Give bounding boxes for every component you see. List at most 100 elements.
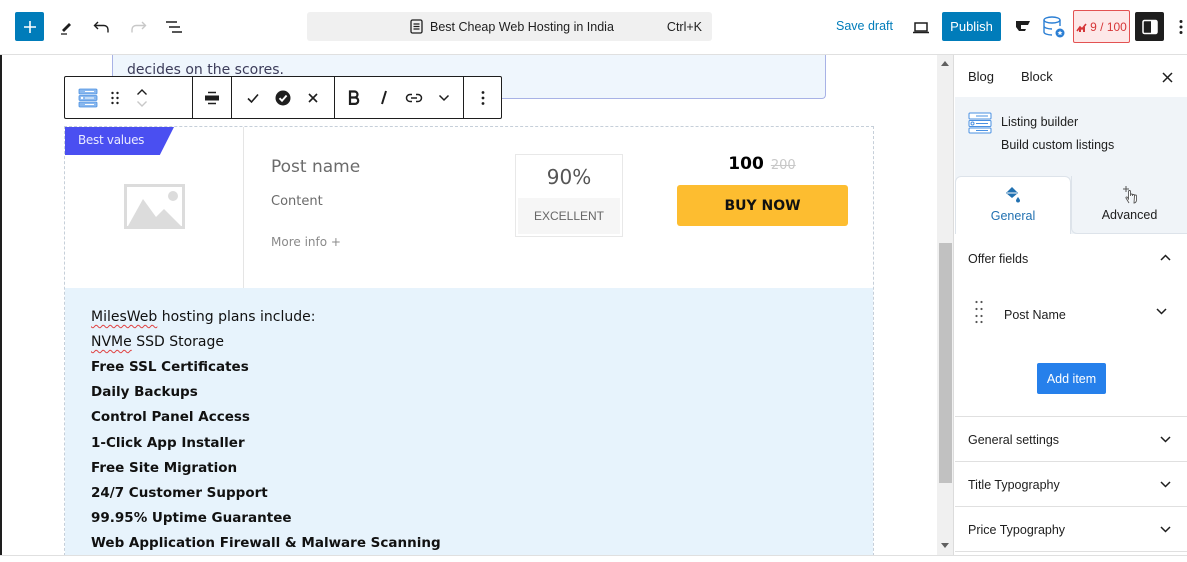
redo-button[interactable] bbox=[124, 13, 152, 41]
add-item-button[interactable]: Add item bbox=[1037, 363, 1106, 394]
panel-title: General settings bbox=[968, 433, 1060, 447]
link-button[interactable] bbox=[399, 77, 429, 118]
scroll-thumb[interactable] bbox=[939, 243, 952, 483]
feature-item[interactable]: Free SSL Certificates bbox=[91, 359, 249, 375]
italic-button[interactable] bbox=[369, 77, 399, 118]
add-block-button[interactable] bbox=[15, 12, 44, 41]
listing-card: Best values Post name Content More info … bbox=[65, 127, 873, 288]
drag-handle[interactable] bbox=[103, 77, 127, 118]
align-button[interactable] bbox=[197, 77, 227, 118]
tab-advanced[interactable]: Advanced bbox=[1071, 176, 1187, 234]
panel-title: Price Typography bbox=[968, 523, 1066, 537]
offer-field-name: Post Name bbox=[1004, 308, 1066, 322]
bold-icon bbox=[349, 90, 360, 105]
feature-item[interactable]: Free Site Migration bbox=[91, 460, 237, 476]
tab-general[interactable]: General bbox=[955, 176, 1071, 234]
offer-fields-title: Offer fields bbox=[968, 252, 1029, 266]
listing-builder-block[interactable]: Best values Post name Content More info … bbox=[64, 126, 874, 555]
tab-block[interactable]: Block bbox=[1021, 69, 1053, 84]
block-name: Listing builder bbox=[1001, 115, 1079, 129]
chevron-down-icon bbox=[1160, 526, 1171, 533]
command-palette-bar[interactable]: Best Cheap Web Hosting in India Ctrl+K bbox=[307, 12, 712, 41]
tab-advanced-label: Advanced bbox=[1101, 208, 1158, 222]
features-list: MilesWeb hosting plans include: NVMe SSD … bbox=[65, 288, 873, 555]
toolbar-group-format bbox=[335, 77, 465, 118]
g-logo-icon bbox=[1016, 21, 1030, 31]
block-options-button[interactable] bbox=[468, 77, 498, 118]
close-icon bbox=[1161, 71, 1173, 83]
sidebar-tabs: Blog Block bbox=[955, 55, 1187, 97]
undo-icon bbox=[93, 21, 109, 33]
list-view-icon bbox=[166, 21, 182, 33]
feature-item[interactable]: NVMe SSD Storage bbox=[91, 334, 224, 350]
document-icon bbox=[410, 19, 423, 34]
chevron-down-icon[interactable] bbox=[1156, 308, 1167, 315]
preview-button[interactable] bbox=[907, 13, 935, 41]
more-info-link[interactable]: More info + bbox=[271, 235, 341, 249]
drag-handle-icon[interactable] bbox=[974, 300, 984, 326]
general-settings-panel[interactable]: General settings bbox=[955, 417, 1187, 462]
database-icon bbox=[1043, 16, 1065, 38]
chevron-down-icon bbox=[1160, 481, 1171, 488]
feature-item[interactable]: Daily Backups bbox=[91, 384, 198, 400]
feature-item[interactable]: MilesWeb hosting plans include: bbox=[91, 309, 315, 325]
options-menu-button[interactable] bbox=[1176, 13, 1186, 41]
misspelled-word[interactable]: NVMe bbox=[91, 334, 132, 350]
more-options-icon bbox=[481, 90, 485, 105]
undo-button[interactable] bbox=[88, 13, 116, 41]
check-circle-button[interactable] bbox=[268, 77, 298, 118]
block-type-button[interactable] bbox=[73, 77, 103, 118]
move-up-icon[interactable] bbox=[136, 88, 148, 96]
link-icon bbox=[406, 93, 423, 102]
tools-button[interactable] bbox=[52, 13, 80, 41]
feature-item[interactable]: Web Application Firewall & Malware Scann… bbox=[91, 535, 441, 551]
feature-item[interactable]: 99.95% Uptime Guarantee bbox=[91, 510, 292, 526]
listing-block-icon bbox=[78, 88, 98, 107]
toolbar-group-align bbox=[193, 77, 233, 118]
title-typography-panel[interactable]: Title Typography bbox=[955, 462, 1187, 507]
remove-button[interactable] bbox=[298, 77, 328, 118]
kebab-icon bbox=[1179, 20, 1183, 34]
offer-field-item[interactable]: Post Name bbox=[968, 300, 1173, 330]
post-name[interactable]: Post name bbox=[271, 157, 360, 177]
seo-score-value: 9 / 100 bbox=[1090, 19, 1127, 34]
buy-now-button[interactable]: BUY NOW bbox=[677, 185, 848, 226]
check-circle-icon bbox=[275, 90, 291, 105]
laptop-icon bbox=[913, 21, 929, 33]
panel-title: Title Typography bbox=[968, 478, 1060, 492]
settings-sidebar-toggle[interactable] bbox=[1135, 12, 1164, 41]
bold-button[interactable] bbox=[339, 77, 369, 118]
misspelled-word[interactable]: MilesWeb bbox=[91, 309, 157, 325]
move-block-buttons[interactable] bbox=[127, 77, 157, 118]
align-icon bbox=[205, 91, 220, 104]
move-down-icon[interactable] bbox=[136, 100, 148, 108]
save-draft-button[interactable]: Save draft bbox=[836, 19, 893, 33]
more-formats-button[interactable] bbox=[429, 77, 459, 118]
feature-item[interactable]: Control Panel Access bbox=[91, 409, 250, 425]
close-sidebar-button[interactable] bbox=[1158, 68, 1176, 86]
post-title: Best Cheap Web Hosting in India bbox=[430, 19, 614, 34]
database-plugin-button[interactable] bbox=[1040, 13, 1068, 41]
editor-canvas: decides on the scores. Best values Post … bbox=[0, 55, 937, 555]
publish-button[interactable]: Publish bbox=[942, 12, 1001, 41]
editor-top-bar: Best Cheap Web Hosting in India Ctrl+K S… bbox=[0, 0, 1187, 55]
scroll-down-arrow[interactable] bbox=[941, 543, 949, 548]
image-placeholder-icon[interactable] bbox=[124, 184, 185, 229]
feature-text: SSD Storage bbox=[131, 334, 224, 351]
price-typography-panel[interactable]: Price Typography bbox=[955, 507, 1187, 552]
feature-item[interactable]: 1-Click App Installer bbox=[91, 435, 245, 451]
check-button[interactable] bbox=[238, 77, 268, 118]
toolbar-group-status bbox=[232, 77, 336, 118]
best-values-ribbon: Best values bbox=[65, 127, 174, 155]
tab-blog[interactable]: Blog bbox=[968, 69, 994, 84]
canvas-scrollbar[interactable] bbox=[937, 55, 954, 555]
post-content[interactable]: Content bbox=[271, 194, 323, 209]
price-current: 100 bbox=[728, 154, 764, 174]
seo-score-badge[interactable]: 9 / 100 bbox=[1073, 10, 1130, 43]
g-plugin-button[interactable] bbox=[1009, 13, 1037, 41]
document-overview-button[interactable] bbox=[160, 13, 188, 41]
scroll-up-arrow[interactable] bbox=[941, 61, 949, 66]
feature-item[interactable]: 24/7 Customer Support bbox=[91, 485, 268, 501]
score-label: EXCELLENT bbox=[518, 198, 620, 234]
offer-fields-header[interactable]: Offer fields bbox=[955, 234, 1187, 282]
